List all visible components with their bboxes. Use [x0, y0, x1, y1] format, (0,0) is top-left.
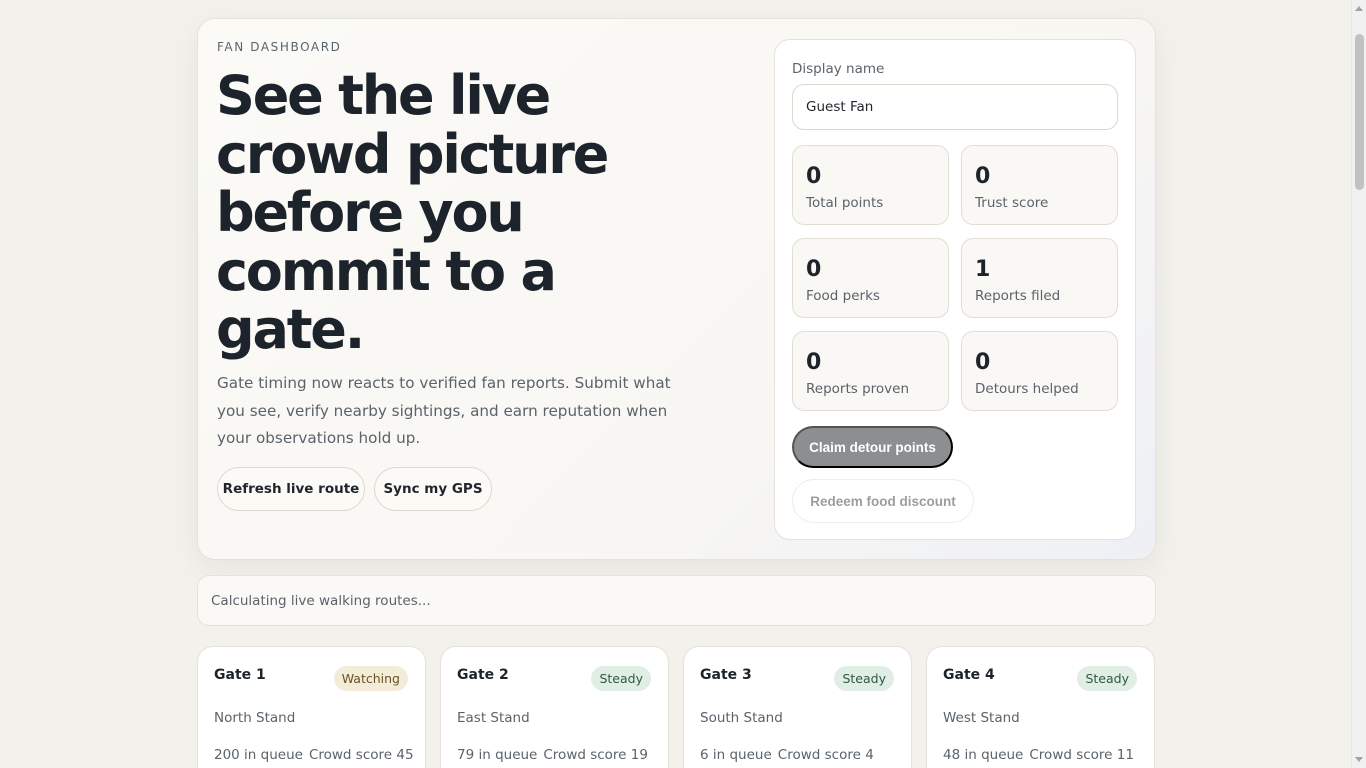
gate-metrics: 200 in queue Crowd score 45 [214, 747, 414, 763]
gate-stand: South Stand [700, 710, 783, 726]
stat-value: 0 [806, 164, 822, 189]
gate-name: Gate 4 [943, 667, 995, 683]
stat-value: 1 [975, 257, 991, 282]
stat-label: Trust score [975, 195, 1049, 211]
stat-label: Total points [806, 195, 884, 211]
claim-detour-points-button[interactable]: Claim detour points [792, 426, 953, 468]
stat-reports-filed: 1 Reports filed [961, 238, 1118, 318]
hero-description: Gate timing now reacts to verified fan r… [217, 374, 671, 447]
crowd-score: Crowd score 19 [543, 747, 648, 763]
status-badge: Steady [591, 666, 651, 691]
gate-stand: West Stand [943, 710, 1020, 726]
display-name-input[interactable] [792, 84, 1118, 130]
display-name-label: Display name [792, 61, 885, 77]
status-badge: Watching [333, 666, 408, 691]
scrollbar-thumb[interactable] [1355, 34, 1364, 190]
queue-count: 200 in queue [214, 747, 303, 763]
stat-trust-score: 0 Trust score [961, 145, 1118, 225]
queue-count: 48 in queue [943, 747, 1024, 763]
stat-value: 0 [975, 350, 991, 375]
page-scrollbar[interactable] [1351, 0, 1366, 768]
gate-stand: East Stand [457, 710, 530, 726]
gate-card-1[interactable]: Gate 1 Watching North Stand 200 in queue… [197, 646, 426, 768]
route-status-banner: Calculating live walking routes... [197, 575, 1156, 626]
gate-metrics: 6 in queue Crowd score 4 [700, 747, 874, 763]
stat-value: 0 [806, 350, 822, 375]
crowd-score: Crowd score 4 [777, 747, 874, 763]
queue-count: 79 in queue [457, 747, 538, 763]
crowd-score: Crowd score 45 [308, 747, 414, 763]
scroll-down-icon[interactable] [1355, 757, 1363, 762]
redeem-food-discount-button[interactable]: Redeem food discount [792, 479, 974, 523]
scroll-up-icon[interactable] [1355, 6, 1363, 11]
stat-label: Food perks [806, 288, 880, 304]
stat-label: Reports filed [975, 288, 1061, 304]
gate-card-3[interactable]: Gate 3 Steady South Stand 6 in queue Crow… [683, 646, 912, 768]
stat-reports-proven: 0 Reports proven [792, 331, 949, 411]
gate-name: Gate 1 [214, 667, 266, 683]
gate-metrics: 48 in queue Crowd score 11 [943, 747, 1134, 763]
gate-card-4[interactable]: Gate 4 Steady West Stand 48 in queue Crow… [926, 646, 1155, 768]
refresh-live-route-button[interactable]: Refresh live route [217, 467, 365, 511]
sync-gps-button[interactable]: Sync my GPS [374, 467, 492, 511]
hero-section: FAN DASHBOARD See the live crowd picture… [197, 18, 1156, 560]
page-title: See the live crowd picture before you co… [216, 64, 609, 361]
fan-profile-panel: Display name 0 Total points 0 Trust scor… [774, 39, 1136, 540]
crowd-score: Crowd score 11 [1029, 747, 1134, 763]
stat-label: Detours helped [975, 381, 1079, 397]
stat-value: 0 [806, 257, 822, 282]
gate-card-2[interactable]: Gate 2 Steady East Stand 79 in queue Crow… [440, 646, 669, 768]
gate-stand: North Stand [214, 710, 296, 726]
gate-name: Gate 3 [700, 667, 752, 683]
stat-detours-helped: 0 Detours helped [961, 331, 1118, 411]
stat-total-points: 0 Total points [792, 145, 949, 225]
eyebrow-label: FAN DASHBOARD [217, 40, 342, 54]
stat-value: 0 [975, 164, 991, 189]
stat-food-perks: 0 Food perks [792, 238, 949, 318]
queue-count: 6 in queue [700, 747, 772, 763]
status-badge: Steady [1077, 666, 1137, 691]
status-badge: Steady [834, 666, 894, 691]
gate-metrics: 79 in queue Crowd score 19 [457, 747, 648, 763]
gate-name: Gate 2 [457, 667, 509, 683]
stat-label: Reports proven [806, 381, 910, 397]
